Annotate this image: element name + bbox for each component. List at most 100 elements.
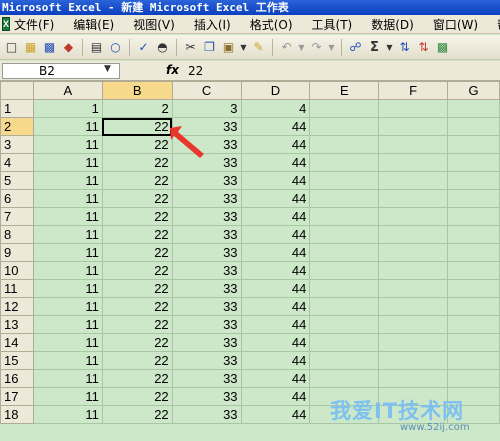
menu-insert[interactable]: 插入(I) xyxy=(194,16,231,33)
cell-e12[interactable] xyxy=(309,297,380,316)
cell-g2[interactable] xyxy=(447,117,500,136)
cell-c17[interactable]: 33 xyxy=(171,387,242,406)
cell-e6[interactable] xyxy=(309,189,380,208)
new-icon[interactable]: □ xyxy=(4,40,19,55)
cell-f1[interactable] xyxy=(378,99,449,118)
row-header-11[interactable]: 11 xyxy=(0,279,34,298)
cell-e2[interactable] xyxy=(309,117,380,136)
cell-d17[interactable]: 44 xyxy=(240,387,311,406)
cell-f2[interactable] xyxy=(378,117,449,136)
cell-g12[interactable] xyxy=(447,297,500,316)
cell-d5[interactable]: 44 xyxy=(240,171,311,190)
column-header-c[interactable]: C xyxy=(171,81,242,100)
cell-d8[interactable]: 44 xyxy=(240,225,311,244)
row-header-13[interactable]: 13 xyxy=(0,315,34,334)
row-header-14[interactable]: 14 xyxy=(0,333,34,352)
cell-d18[interactable]: 44 xyxy=(240,405,311,424)
cell-e11[interactable] xyxy=(309,279,380,298)
cell-f3[interactable] xyxy=(378,135,449,154)
hyperlink-icon[interactable]: ☍ xyxy=(348,40,363,55)
cell-d14[interactable]: 44 xyxy=(240,333,311,352)
cell-e16[interactable] xyxy=(309,369,380,388)
copy-icon[interactable]: ❐ xyxy=(202,40,217,55)
cell-c14[interactable]: 33 xyxy=(171,333,242,352)
column-header-a[interactable]: A xyxy=(32,81,103,100)
cell-e15[interactable] xyxy=(309,351,380,370)
cell-c5[interactable]: 33 xyxy=(171,171,242,190)
cell-a9[interactable]: 11 xyxy=(32,243,103,262)
cell-a8[interactable]: 11 xyxy=(32,225,103,244)
cell-e10[interactable] xyxy=(309,261,380,280)
menu-data[interactable]: 数据(D) xyxy=(371,16,414,33)
cell-d16[interactable]: 44 xyxy=(240,369,311,388)
cell-f10[interactable] xyxy=(378,261,449,280)
cell-f18[interactable] xyxy=(378,405,449,424)
cell-a12[interactable]: 11 xyxy=(32,297,103,316)
cell-d9[interactable]: 44 xyxy=(240,243,311,262)
redo-icon[interactable]: ↷ xyxy=(309,40,324,55)
cell-d15[interactable]: 44 xyxy=(240,351,311,370)
cell-c6[interactable]: 33 xyxy=(171,189,242,208)
cell-d1[interactable]: 4 xyxy=(240,99,311,118)
cell-a1[interactable]: 1 xyxy=(32,99,103,118)
cell-d13[interactable]: 44 xyxy=(240,315,311,334)
cell-b1[interactable]: 2 xyxy=(101,99,173,118)
cell-g1[interactable] xyxy=(447,99,500,118)
autosum-icon[interactable]: Σ xyxy=(367,40,382,55)
cell-d2[interactable]: 44 xyxy=(240,117,311,136)
row-header-2[interactable]: 2 xyxy=(0,117,34,136)
cell-c18[interactable]: 33 xyxy=(171,405,242,424)
cell-e3[interactable] xyxy=(309,135,380,154)
cell-e17[interactable] xyxy=(309,387,380,406)
format-painter-icon[interactable]: ✎ xyxy=(251,40,266,55)
cut-icon[interactable]: ✂ xyxy=(183,40,198,55)
insert-function-icon[interactable]: fx xyxy=(166,63,179,77)
cell-e8[interactable] xyxy=(309,225,380,244)
cell-b13[interactable]: 22 xyxy=(101,315,173,334)
cell-b17[interactable]: 22 xyxy=(101,387,173,406)
cell-c12[interactable]: 33 xyxy=(171,297,242,316)
cell-f13[interactable] xyxy=(378,315,449,334)
menu-format[interactable]: 格式(O) xyxy=(250,16,293,33)
cell-c15[interactable]: 33 xyxy=(171,351,242,370)
cell-d6[interactable]: 44 xyxy=(240,189,311,208)
cell-b14[interactable]: 22 xyxy=(101,333,173,352)
cell-e7[interactable] xyxy=(309,207,380,226)
cell-e4[interactable] xyxy=(309,153,380,172)
research-icon[interactable]: ◓ xyxy=(155,40,170,55)
cell-a2[interactable]: 11 xyxy=(32,117,103,136)
cell-c13[interactable]: 33 xyxy=(171,315,242,334)
redo-dropdown-icon[interactable]: ▼ xyxy=(328,40,335,55)
cell-d7[interactable]: 44 xyxy=(240,207,311,226)
menu-file[interactable]: 文件(F) xyxy=(14,16,54,33)
cell-g11[interactable] xyxy=(447,279,500,298)
cell-g9[interactable] xyxy=(447,243,500,262)
cell-f17[interactable] xyxy=(378,387,449,406)
cell-a13[interactable]: 11 xyxy=(32,315,103,334)
cell-a16[interactable]: 11 xyxy=(32,369,103,388)
chart-icon[interactable]: ▩ xyxy=(435,40,450,55)
autosum-dropdown-icon[interactable]: ▼ xyxy=(386,40,393,55)
formula-input[interactable]: 22 xyxy=(188,64,203,78)
select-all-corner[interactable] xyxy=(0,81,34,100)
cell-f6[interactable] xyxy=(378,189,449,208)
permission-icon[interactable]: ◆ xyxy=(61,40,76,55)
cell-c1[interactable]: 3 xyxy=(171,99,242,118)
cell-f7[interactable] xyxy=(378,207,449,226)
cell-b8[interactable]: 22 xyxy=(101,225,173,244)
cell-g14[interactable] xyxy=(447,333,500,352)
cell-f16[interactable] xyxy=(378,369,449,388)
cell-g4[interactable] xyxy=(447,153,500,172)
cell-c9[interactable]: 33 xyxy=(171,243,242,262)
cell-c7[interactable]: 33 xyxy=(171,207,242,226)
row-header-6[interactable]: 6 xyxy=(0,189,34,208)
cell-b15[interactable]: 22 xyxy=(101,351,173,370)
cell-f11[interactable] xyxy=(378,279,449,298)
row-header-17[interactable]: 17 xyxy=(0,387,34,406)
column-header-f[interactable]: F xyxy=(378,81,449,100)
cell-e18[interactable] xyxy=(309,405,380,424)
cell-f15[interactable] xyxy=(378,351,449,370)
row-header-7[interactable]: 7 xyxy=(0,207,34,226)
cell-g13[interactable] xyxy=(447,315,500,334)
cell-b16[interactable]: 22 xyxy=(101,369,173,388)
